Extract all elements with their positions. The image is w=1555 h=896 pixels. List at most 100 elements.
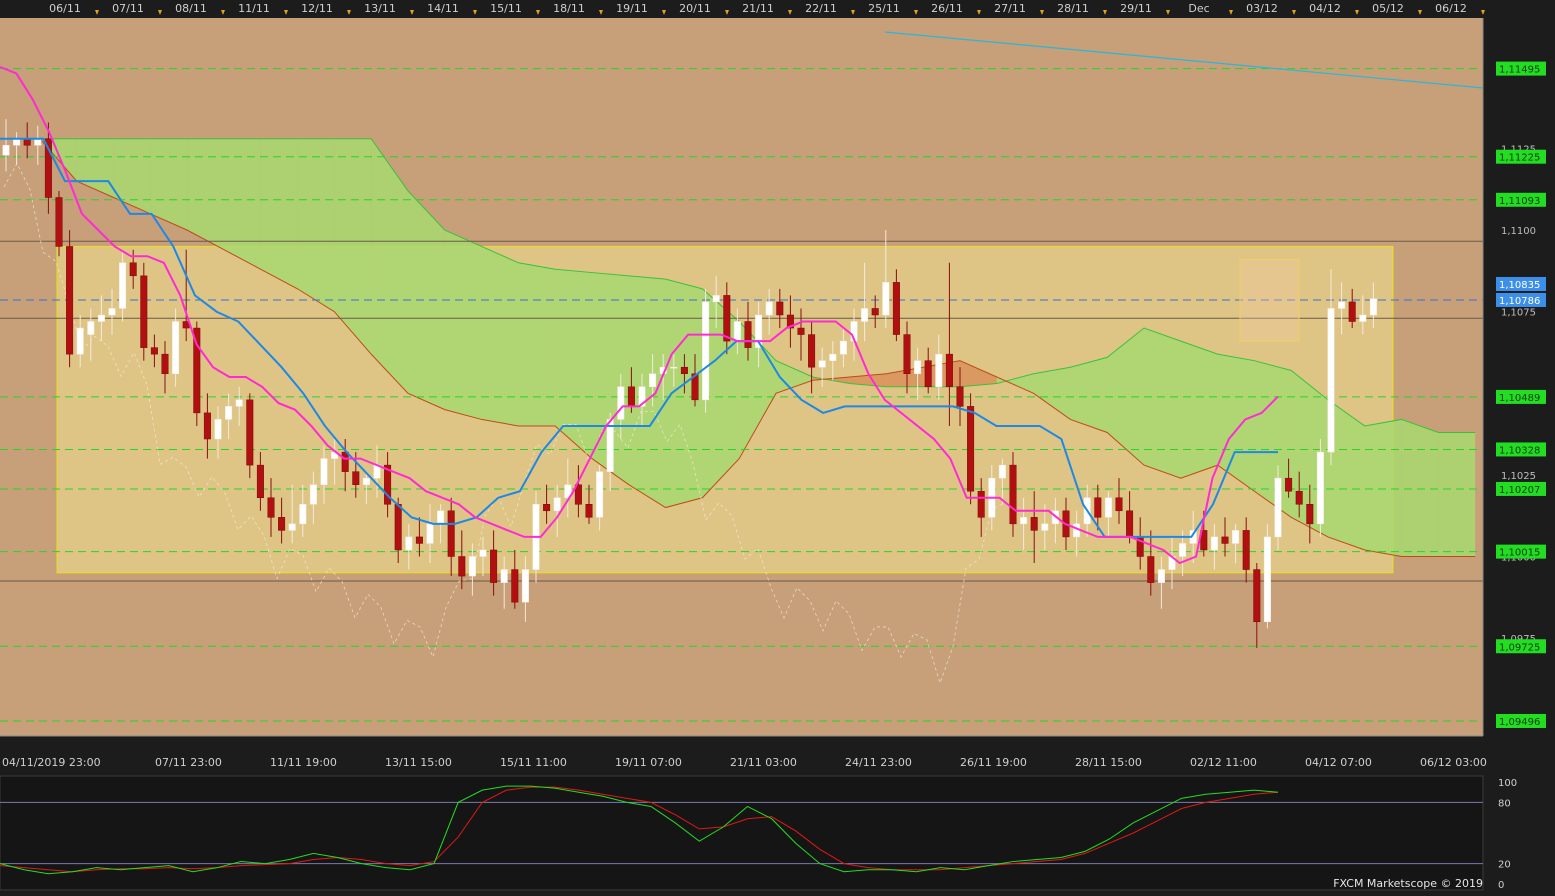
top-date-label: 14/11 xyxy=(427,2,459,15)
bull-candle xyxy=(214,419,222,440)
bear-candle xyxy=(956,386,964,407)
bottom-date-label: 19/11 07:00 xyxy=(615,756,682,769)
price-tag-label: 1,10207 xyxy=(1499,485,1540,496)
bear-candle xyxy=(680,366,688,374)
bull-candle xyxy=(97,314,105,322)
bear-candle xyxy=(1094,497,1102,518)
bear-candle xyxy=(256,464,264,499)
bull-candle xyxy=(649,373,657,388)
stoch-level-label: 20 xyxy=(1498,860,1511,871)
kumo-segment xyxy=(260,138,298,289)
top-date-label: 08/11 xyxy=(175,2,207,15)
watermark: FXCM Marketscope © 2019 xyxy=(1333,877,1483,890)
bear-candle xyxy=(1285,477,1293,492)
top-date-label: 28/11 xyxy=(1057,2,1089,15)
bull-candle xyxy=(839,340,847,355)
top-date-label: 29/11 xyxy=(1120,2,1152,15)
kumo-segment xyxy=(224,138,261,270)
bear-candle xyxy=(1009,464,1017,525)
bull-candle xyxy=(1179,543,1187,557)
bear-candle xyxy=(278,517,286,531)
bull-candle xyxy=(362,477,370,485)
ichimoku-chart[interactable]: 1,11251,11001,10751,10251,10001,09751,11… xyxy=(0,0,1555,892)
bull-candle xyxy=(108,308,116,316)
bull-candle xyxy=(288,523,296,531)
stoch-level-label: 80 xyxy=(1498,798,1511,809)
bottom-date-label: 07/11 23:00 xyxy=(155,756,222,769)
kumo-segment xyxy=(1180,341,1218,479)
bear-candle xyxy=(458,556,466,577)
bear-candle xyxy=(490,549,498,583)
bull-candle xyxy=(1210,536,1218,551)
kumo-segment xyxy=(481,246,519,426)
bear-candle xyxy=(1147,556,1155,583)
bull-candle xyxy=(914,360,922,374)
kumo-segment xyxy=(1254,360,1292,518)
bottom-date-label: 24/11 23:00 xyxy=(845,756,912,769)
bull-candle xyxy=(1338,301,1346,309)
bull-candle xyxy=(1274,477,1282,538)
bear-candle xyxy=(161,353,169,374)
current-price-label: 1,10786 xyxy=(1499,296,1540,307)
top-date-label: 26/11 xyxy=(931,2,963,15)
bear-candle xyxy=(797,327,805,335)
bear-candle xyxy=(1295,490,1303,505)
top-date-label: 25/11 xyxy=(868,2,900,15)
bear-candle xyxy=(744,321,752,348)
y-tick-label: 1,1100 xyxy=(1501,226,1536,237)
bear-candle xyxy=(945,353,953,388)
bull-candle xyxy=(225,406,233,420)
bull-candle xyxy=(1232,530,1240,544)
bear-candle xyxy=(267,497,275,518)
kumo-segment xyxy=(444,230,482,420)
kumo-segment xyxy=(518,262,556,426)
bull-candle xyxy=(309,484,317,505)
kumo-segment xyxy=(297,138,335,312)
bull-candle xyxy=(712,295,720,303)
bear-candle xyxy=(129,262,137,277)
bear-candle xyxy=(55,197,63,247)
bear-candle xyxy=(447,510,455,557)
bull-candle xyxy=(733,321,741,342)
bull-candle xyxy=(998,464,1006,479)
bear-candle xyxy=(394,504,402,551)
chart-svg[interactable]: 1,11251,11001,10751,10251,10001,09751,11… xyxy=(0,0,1555,892)
top-date-label: 11/11 xyxy=(238,2,270,15)
bear-candle xyxy=(1030,517,1038,531)
bottom-date-label: 04/12 07:00 xyxy=(1305,756,1372,769)
bottom-date-label: 02/12 11:00 xyxy=(1190,756,1257,769)
bull-candle xyxy=(818,360,826,368)
bear-candle xyxy=(1221,536,1229,544)
y-tick-label: 1,1025 xyxy=(1501,471,1536,482)
y-tick-label: 1,1075 xyxy=(1501,308,1536,319)
bull-candle xyxy=(299,504,307,525)
bull-candle xyxy=(606,419,614,472)
top-date-label: 27/11 xyxy=(994,2,1026,15)
bear-candle xyxy=(341,451,349,472)
bull-candle xyxy=(1359,314,1367,322)
kumo-segment xyxy=(1364,419,1402,557)
top-date-label: 05/12 xyxy=(1372,2,1404,15)
bear-candle xyxy=(543,504,551,512)
price-tag-label: 1,11225 xyxy=(1499,153,1540,164)
bull-candle xyxy=(76,327,84,355)
kumo-segment xyxy=(1144,328,1181,479)
top-date-label: 19/11 xyxy=(616,2,648,15)
bull-candle xyxy=(617,386,625,420)
stoch-level-label: 100 xyxy=(1498,778,1517,789)
price-tag-label: 1,10328 xyxy=(1499,445,1540,456)
bull-candle xyxy=(1041,523,1049,531)
bear-candle xyxy=(246,399,254,466)
top-date-label: 12/11 xyxy=(301,2,333,15)
bear-candle xyxy=(511,569,519,603)
bull-candle xyxy=(87,321,95,335)
price-tag-label: 1,11093 xyxy=(1499,196,1540,207)
top-date-label: 22/11 xyxy=(805,2,837,15)
bottom-date-label: 28/11 15:00 xyxy=(1075,756,1142,769)
bull-candle xyxy=(437,510,445,525)
kumo-segment xyxy=(1401,419,1439,557)
bull-candle xyxy=(172,321,180,374)
recent-candles-box xyxy=(1239,259,1300,342)
top-date-label: 18/11 xyxy=(553,2,585,15)
bear-candle xyxy=(723,295,731,342)
